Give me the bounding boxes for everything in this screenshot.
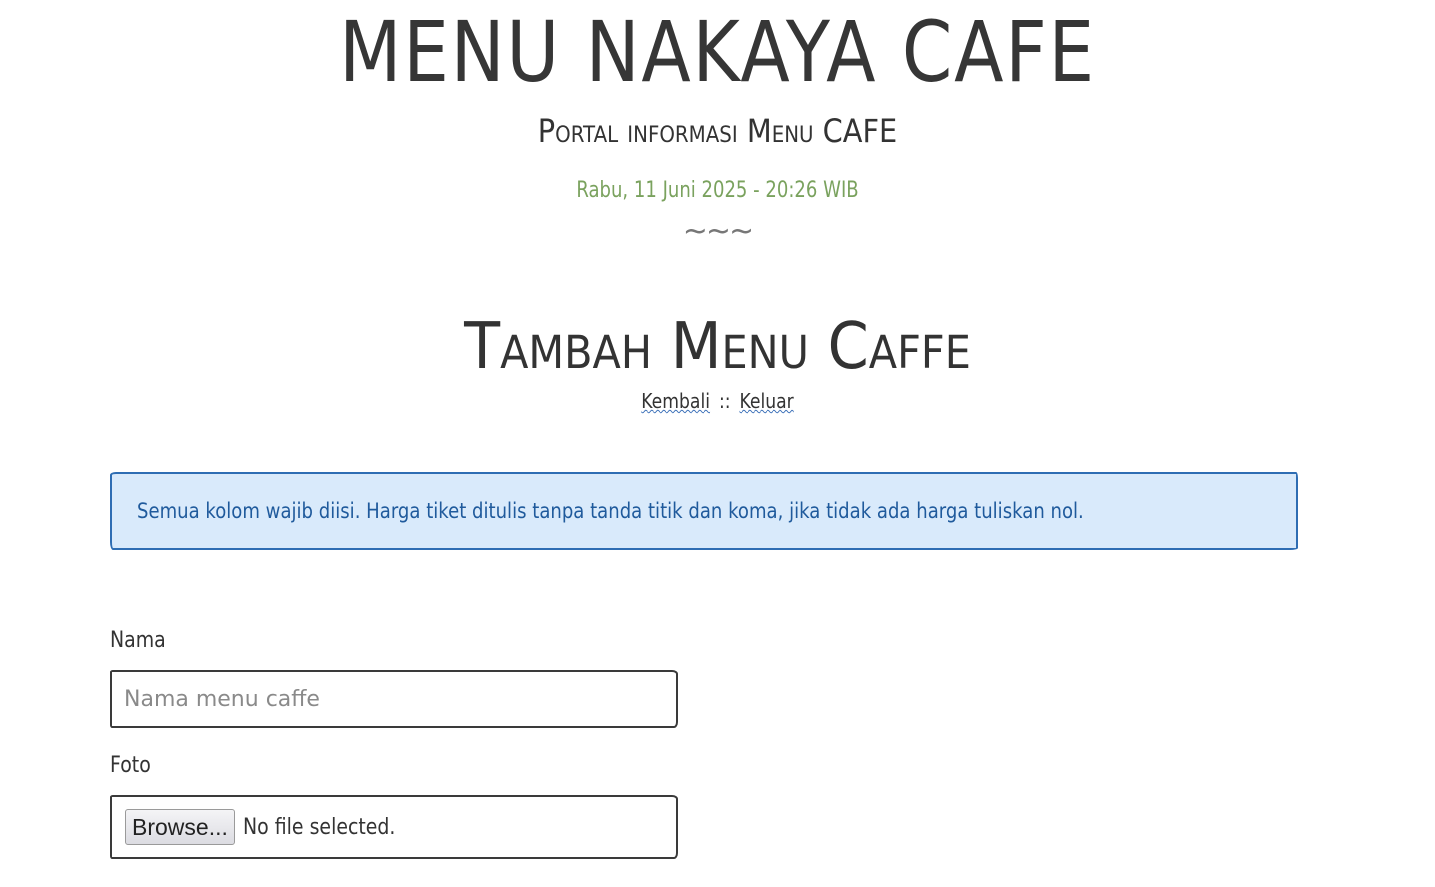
decorative-divider: ~~~ [682,214,754,249]
info-alert: Semua kolom wajib diisi. Harga tiket dit… [110,472,1298,550]
site-subtitle: Portal informasi Menu CAFE [537,112,898,150]
nama-label: Nama [110,628,166,653]
back-link[interactable]: Kembali [641,389,710,413]
foto-label: Foto [110,753,151,778]
nama-input[interactable] [110,670,678,728]
site-title: MENU NAKAYA CAFE [339,3,1096,101]
page-title: Tambah Menu Caffe [464,310,971,384]
browse-button[interactable]: Browse... [125,809,235,845]
foto-file-input[interactable]: Browse... No file selected. [110,795,678,859]
logout-link[interactable]: Keluar [739,389,793,413]
current-datetime: Rabu, 11 Juni 2025 - 20:26 WIB [576,178,859,203]
nav-separator: :: [718,389,731,413]
info-alert-message: Semua kolom wajib diisi. Harga tiket dit… [137,499,1084,523]
page-nav: Kembali :: Keluar [100,389,1334,413]
file-status-text: No file selected. [242,814,396,840]
